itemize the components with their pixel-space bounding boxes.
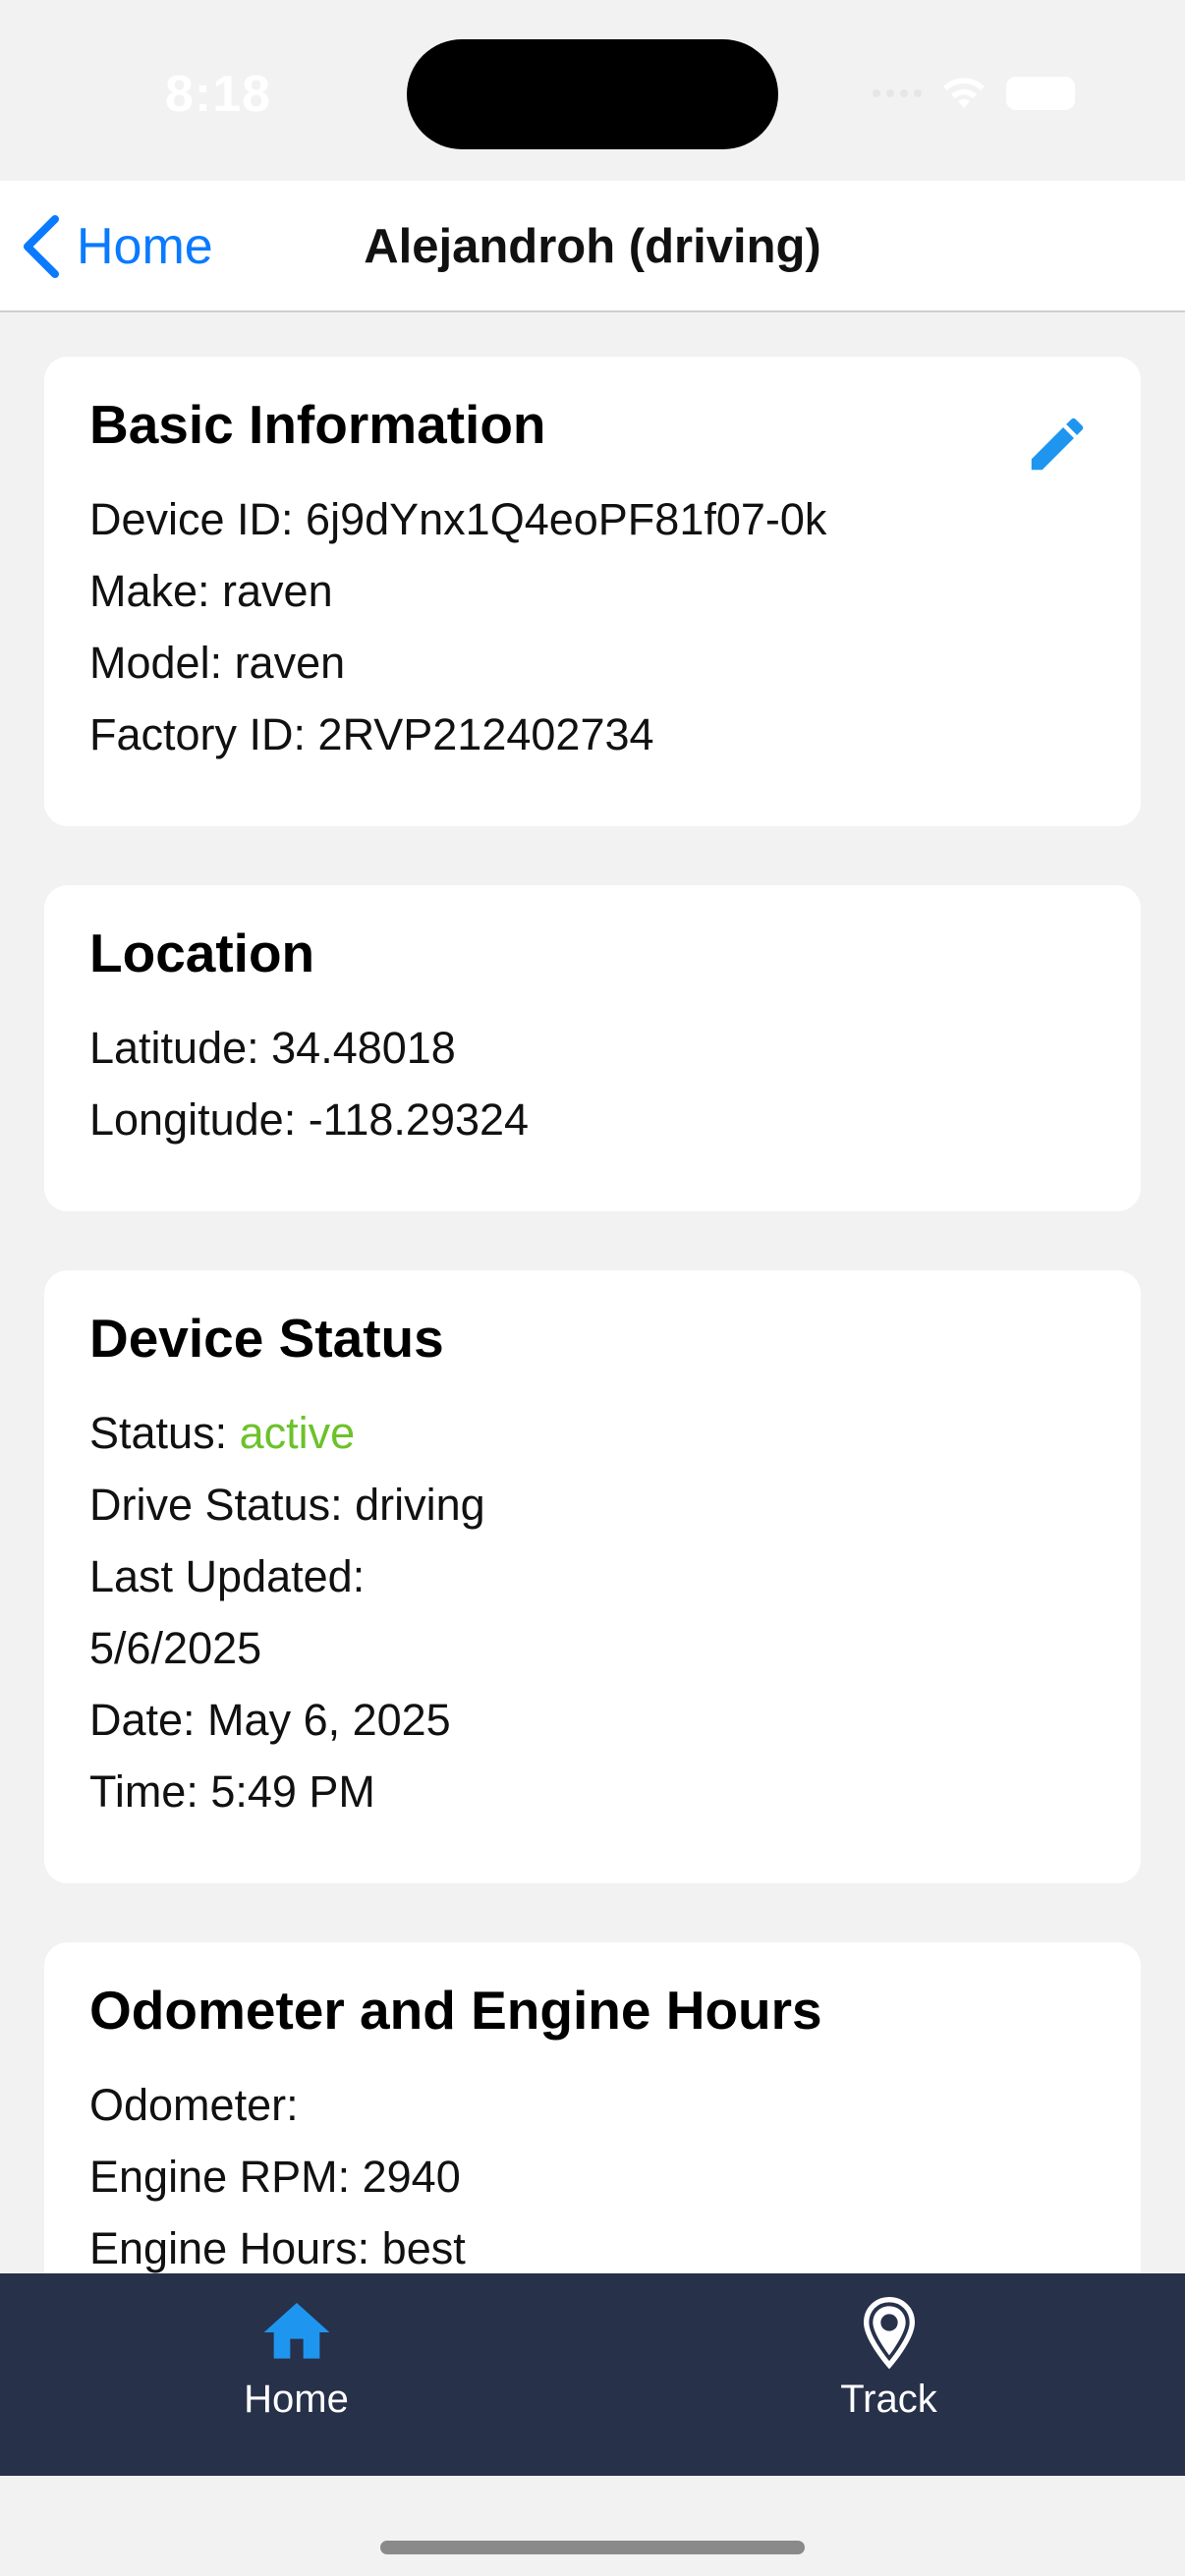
wifi-icon [943,78,985,108]
model: Model: raven [89,638,346,688]
tab-bar: Home Track [0,2273,1185,2476]
dynamic-island [407,39,778,149]
basic-information-title: Basic Information [89,394,546,455]
location-pin-icon [863,2296,915,2370]
latitude: Latitude: 34.48018 [89,1023,456,1073]
location-title: Location [89,923,315,983]
drive-status: Drive Status: driving [89,1480,485,1530]
engine-hours: Engine Hours: best [89,2223,466,2273]
device-detail-content[interactable]: Basic Information Device ID: 6j9dYnx1Q4e… [0,312,1185,2273]
odometer: Odometer: [89,2080,299,2130]
tab-home-label: Home [244,2378,349,2421]
device-id: Device ID: 6j9dYnx1Q4eoPF81f07-0k [89,494,827,544]
tab-track[interactable]: Track [592,2273,1185,2476]
device-status-card: Device Status Status: active Drive Statu… [44,1270,1141,1883]
home-indicator-area [0,2476,1185,2576]
location-card: Location Latitude: 34.48018 Longitude: -… [44,885,1141,1211]
longitude: Longitude: -118.29324 [89,1094,530,1145]
chevron-left-icon [24,215,59,278]
status-bar: 8:18 [0,0,1185,181]
time: Time: 5:49 PM [89,1766,375,1817]
edit-icon[interactable] [1023,410,1092,478]
last-updated-value: 5/6/2025 [89,1623,262,1673]
status-badge: active [239,1408,356,1458]
status-icons [873,75,1075,112]
basic-information-card: Basic Information Device ID: 6j9dYnx1Q4e… [44,357,1141,826]
back-label: Home [77,218,213,275]
make: Make: raven [89,566,333,616]
tab-track-label: Track [840,2378,937,2421]
nav-bar: Alejandroh (driving) Home [0,181,1185,312]
tab-home[interactable]: Home [0,2273,592,2476]
odometer-card: Odometer and Engine Hours Odometer: Engi… [44,1942,1141,2273]
home-icon [263,2303,329,2359]
date: Date: May 6, 2025 [89,1695,451,1745]
last-updated-label: Last Updated: [89,1551,366,1601]
home-indicator[interactable] [380,2541,805,2554]
status-label: Status: [89,1408,240,1458]
device-status-title: Device Status [89,1308,444,1369]
status-row: Status: active [89,1397,1096,1469]
factory-id: Factory ID: 2RVP212402734 [89,709,654,759]
status-time: 8:18 [165,66,272,123]
back-button[interactable]: Home [20,181,213,312]
engine-rpm: Engine RPM: 2940 [89,2152,461,2202]
signal-icon [873,89,922,97]
odometer-title: Odometer and Engine Hours [89,1980,822,2041]
battery-icon [1006,77,1075,110]
